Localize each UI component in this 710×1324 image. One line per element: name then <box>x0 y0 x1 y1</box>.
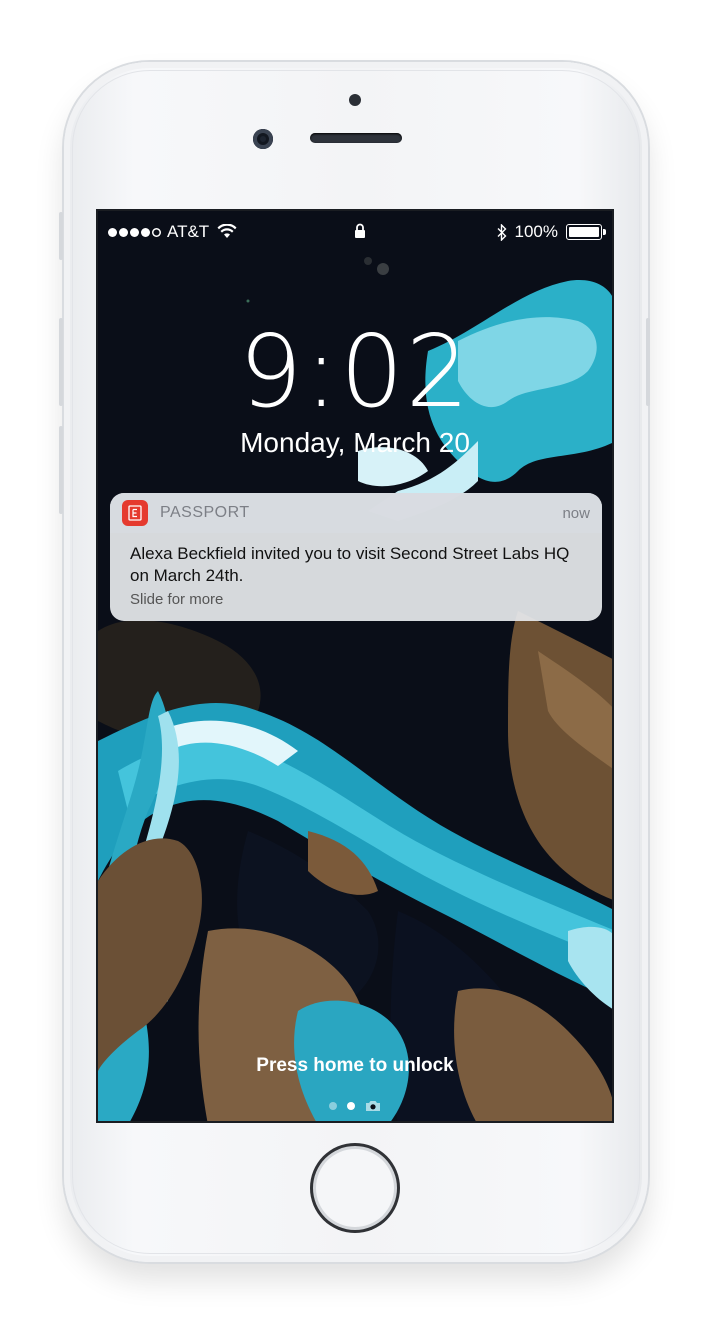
battery-percent: 100% <box>514 222 558 241</box>
page-dot <box>329 1102 337 1110</box>
signal-icon <box>108 227 161 237</box>
status-bar: AT&T 100% <box>108 221 606 243</box>
volume-up-button <box>59 318 63 406</box>
battery-fill <box>569 227 599 237</box>
bluetooth-icon <box>497 223 507 241</box>
wifi-icon <box>217 224 237 238</box>
notification-subtext: Slide for more <box>130 591 224 608</box>
notification-message: Alexa Beckfield invited you to visit Sec… <box>130 544 570 585</box>
front-camera <box>253 129 273 149</box>
volume-down-button <box>59 426 63 514</box>
carrier-label: AT&T <box>167 222 210 241</box>
lock-screen: AT&T 100% 9:02 Monday, March 20 PASSPORT… <box>96 209 614 1123</box>
page-dot-active <box>347 1102 355 1110</box>
camera-icon[interactable] <box>365 1100 381 1112</box>
notification-header: PASSPORT now <box>110 493 602 533</box>
lock-icon <box>355 223 365 238</box>
notification-app-name: PASSPORT <box>160 504 250 521</box>
passport-app-icon <box>122 500 148 526</box>
mute-switch <box>59 212 63 260</box>
proximity-sensor <box>349 94 361 106</box>
home-button[interactable] <box>310 1143 400 1233</box>
notification-card[interactable]: PASSPORT now Alexa Beckfield invited you… <box>110 493 602 621</box>
notification-time: now <box>562 504 590 522</box>
notification-body: Alexa Beckfield invited you to visit Sec… <box>110 533 602 608</box>
lock-time: 9:02 <box>238 313 472 430</box>
battery-icon <box>566 224 606 240</box>
lock-date: Monday, March 20 <box>240 427 470 458</box>
unlock-hint: Press home to unlock <box>256 1055 454 1076</box>
page-indicator <box>98 1100 612 1112</box>
power-button <box>646 318 650 406</box>
earpiece-speaker <box>310 133 402 143</box>
